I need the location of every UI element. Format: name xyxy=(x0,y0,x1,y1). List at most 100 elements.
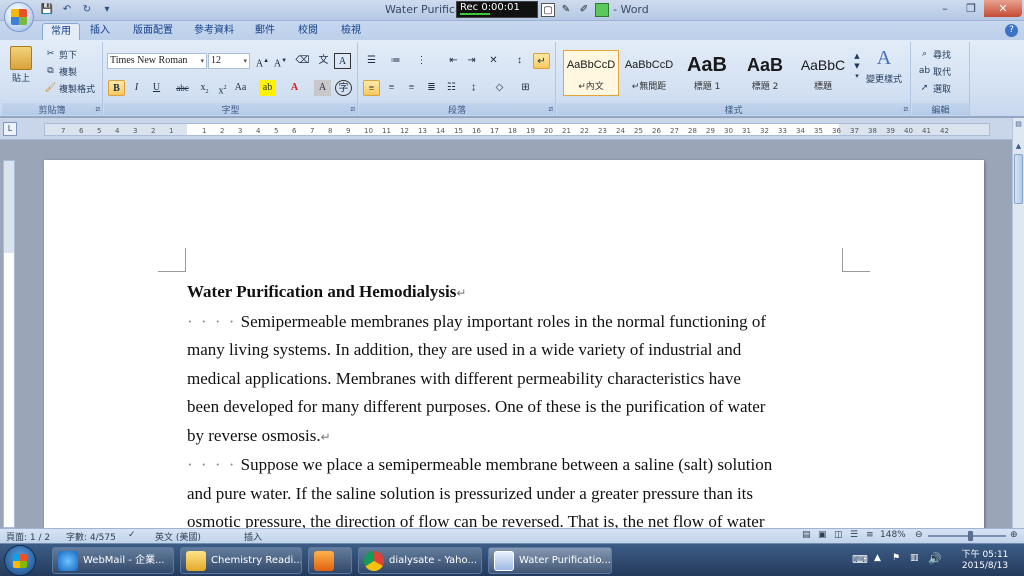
styles-down-icon[interactable]: ▼ xyxy=(854,62,859,70)
font-launcher-icon[interactable]: ⧄ xyxy=(351,105,355,114)
format-painter-button[interactable]: 🖌 複製格式 xyxy=(44,82,95,95)
highlight-icon[interactable]: ab xyxy=(259,80,276,96)
style-title[interactable]: AaBbC 標題 xyxy=(795,50,851,96)
shading-icon[interactable]: ◇ xyxy=(491,80,508,96)
italic-icon[interactable]: I xyxy=(128,80,145,96)
clock-date[interactable]: 2015/8/13 xyxy=(950,561,1020,571)
style-no-spacing[interactable]: AaBbCcD ↵無間距 xyxy=(621,50,677,96)
document-area[interactable]: Water Purification and Hemodialysis↵ · ·… xyxy=(18,141,1012,528)
copy-button[interactable]: ⧉ 複製 xyxy=(44,65,77,78)
network-icon[interactable]: ▥ xyxy=(910,553,919,563)
ruler-toggle-icon[interactable]: ▤ xyxy=(1013,118,1024,130)
document-page[interactable]: Water Purification and Hemodialysis↵ · ·… xyxy=(44,160,984,528)
save-icon[interactable]: 💾 xyxy=(40,3,54,17)
underline-icon[interactable]: U xyxy=(148,80,165,96)
insert-mode[interactable]: 插入 xyxy=(244,530,262,543)
volume-icon[interactable]: 🔊 xyxy=(928,552,942,565)
office-button[interactable] xyxy=(4,2,34,32)
align-left-icon[interactable]: ≡ xyxy=(363,80,380,96)
bold-icon[interactable]: B xyxy=(108,80,125,96)
replace-button[interactable]: ab 取代 xyxy=(918,65,951,78)
tab-view[interactable]: 檢視 xyxy=(333,23,369,40)
character-shading-icon[interactable]: A xyxy=(314,80,331,96)
style-normal[interactable]: AaBbCcD ↵內文 xyxy=(563,50,619,96)
styles-up-icon[interactable]: ▲ xyxy=(854,52,859,60)
enclose-character-icon[interactable]: 字 xyxy=(335,80,352,96)
grow-font-icon[interactable]: A▲ xyxy=(254,53,271,69)
find-button[interactable]: ⌕ 尋找 xyxy=(918,48,951,61)
keyboard-icon[interactable]: ⌨ xyxy=(852,553,868,566)
taskbar-item-chrome[interactable]: dialysate - Yaho... xyxy=(358,547,482,574)
tab-references[interactable]: 參考資料 xyxy=(186,23,242,40)
clock-time[interactable]: 下午 05:11 xyxy=(950,547,1020,560)
zoom-level[interactable]: 148% xyxy=(880,530,906,540)
multilevel-list-icon[interactable]: ⋮ xyxy=(413,53,430,69)
help-icon[interactable]: ? xyxy=(1005,24,1018,37)
view-outline-icon[interactable]: ☰ xyxy=(850,530,858,540)
show-hidden-icons-icon[interactable]: ▲ xyxy=(874,553,881,563)
clear-format-icon[interactable]: ⌫ xyxy=(294,53,311,69)
taskbar-item-ie[interactable]: WebMail - 企業... xyxy=(52,547,174,574)
view-print-layout-icon[interactable]: ▤ xyxy=(802,530,811,540)
view-web-icon[interactable]: ◫ xyxy=(834,530,843,540)
taskbar-item-folder[interactable]: Chemistry Readi... xyxy=(180,547,302,574)
horizontal-ruler[interactable]: 7 6 5 4 3 2 1 1 2 3 4 5 6 7 8 9 10 11 12 13 14 15 16 17 18 19 20 21… xyxy=(44,123,990,136)
shrink-font-icon[interactable]: A▼ xyxy=(272,53,289,69)
minimize-button[interactable]: – xyxy=(932,0,958,17)
scroll-thumb[interactable] xyxy=(1014,154,1023,204)
maximize-button[interactable]: ❐ xyxy=(958,0,984,17)
style-heading-1[interactable]: AaB 標題 1 xyxy=(679,50,735,96)
decrease-indent-icon[interactable]: ⇤ xyxy=(445,53,462,69)
bullets-icon[interactable]: ☰ xyxy=(363,53,380,69)
show-marks-icon[interactable]: ↵ xyxy=(533,53,550,69)
borders-icon[interactable]: ⊞ xyxy=(517,80,534,96)
view-draft-icon[interactable]: ≡ xyxy=(866,530,874,540)
change-case-icon[interactable]: Aa xyxy=(232,80,249,96)
proofing-icon[interactable]: ✓ xyxy=(128,530,136,540)
font-family-select[interactable]: Times New Roman ▾ xyxy=(107,53,207,69)
styles-launcher-icon[interactable]: ⧄ xyxy=(904,105,908,114)
recorder-stop-icon[interactable] xyxy=(595,3,609,17)
language-indicator[interactable]: 英文 (美國) xyxy=(155,530,201,543)
tab-mailings[interactable]: 郵件 xyxy=(247,23,283,40)
vertical-scrollbar[interactable]: ▤ ▲ xyxy=(1012,118,1024,528)
cut-button[interactable]: ✂ 剪下 xyxy=(44,48,77,61)
numbering-icon[interactable]: ≔ xyxy=(387,53,404,69)
zoom-slider[interactable] xyxy=(928,531,1006,541)
tab-review[interactable]: 校閱 xyxy=(290,23,326,40)
flag-icon[interactable]: ⚑ xyxy=(892,553,900,563)
document-body[interactable]: Water Purification and Hemodialysis↵ · ·… xyxy=(187,278,847,528)
page-count[interactable]: 頁面: 1 / 2 xyxy=(6,530,50,543)
taskbar-item-media[interactable] xyxy=(308,547,352,574)
undo-icon[interactable]: ↶ xyxy=(60,3,74,17)
tab-page-layout[interactable]: 版面配置 xyxy=(125,23,181,40)
tab-selector-icon[interactable]: L xyxy=(3,122,17,136)
redo-icon[interactable]: ↻ xyxy=(80,3,94,17)
word-count[interactable]: 字數: 4/575 xyxy=(66,530,116,543)
distributed-icon[interactable]: ☷ xyxy=(443,80,460,96)
select-button[interactable]: ➚ 選取 xyxy=(918,82,951,95)
tab-insert[interactable]: 插入 xyxy=(82,23,118,40)
subscript-icon[interactable]: x2 xyxy=(196,80,213,96)
font-size-select[interactable]: 12 ▾ xyxy=(208,53,250,69)
line-spacing-icon[interactable]: ↨ xyxy=(465,80,482,96)
zoom-slider-knob[interactable] xyxy=(968,531,973,541)
vertical-ruler[interactable] xyxy=(3,160,15,528)
recorder-highlighter-icon[interactable]: ✐ xyxy=(577,3,591,17)
tab-home[interactable]: 常用 xyxy=(42,23,80,40)
sort-icon[interactable]: ↕ xyxy=(511,53,528,69)
view-full-screen-icon[interactable]: ▣ xyxy=(818,530,827,540)
font-color-icon[interactable]: A xyxy=(286,80,303,96)
qat-customize-icon[interactable]: ▾ xyxy=(100,3,114,17)
align-center-icon[interactable]: ≡ xyxy=(383,80,400,96)
superscript-icon[interactable]: x2 xyxy=(214,80,231,96)
styles-scroll[interactable]: ▲ ▼ ▾ xyxy=(853,52,861,80)
text-direction-icon[interactable]: ✕ xyxy=(485,53,502,69)
paragraph-launcher-icon[interactable]: ⧄ xyxy=(549,105,553,114)
strikethrough-icon[interactable]: abc xyxy=(174,80,191,96)
zoom-in-icon[interactable]: ⊕ xyxy=(1010,530,1018,540)
recorder-screen-icon[interactable]: ▢ xyxy=(541,3,555,17)
change-styles-button[interactable]: A 變更樣式 xyxy=(866,46,902,85)
scroll-up-icon[interactable]: ▲ xyxy=(1013,140,1024,152)
styles-more-icon[interactable]: ▾ xyxy=(855,72,859,80)
